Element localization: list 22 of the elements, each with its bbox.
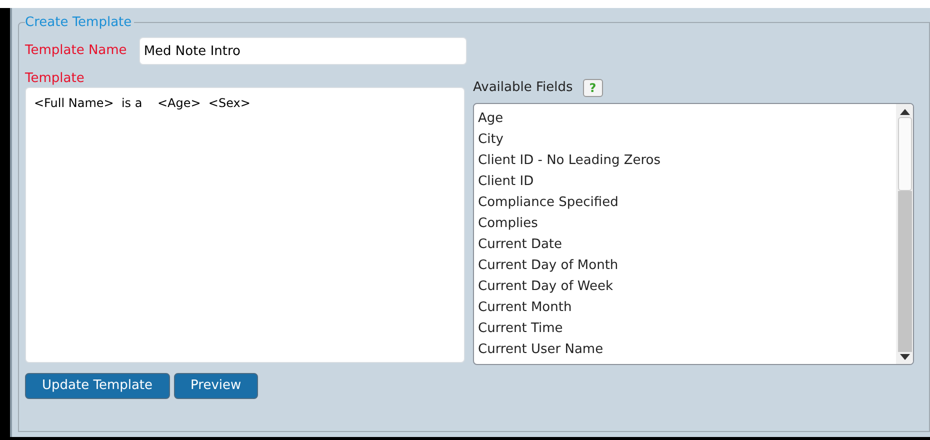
list-item[interactable]: Compliance Specified [478,192,896,213]
list-item[interactable]: Current Day of Month [478,255,896,276]
action-button[interactable]: Update Template [25,373,170,399]
action-button[interactable]: Preview [174,373,258,399]
available-fields-list[interactable]: Age City Client ID - No Leading Zeros Client ID Compliance Specified Complies Current Date Current Day of Month Current Day of Week Current Month Current Time Current User Name [473,103,914,365]
field-label: Template Name [25,42,127,60]
scrollbar[interactable] [896,104,913,364]
list-item[interactable]: Current Date [478,234,896,255]
template-name-field[interactable]: Med Note Intro [138,37,467,65]
list-item[interactable]: Client ID - No Leading Zeros [478,150,896,171]
field-label: Template [25,70,86,87]
list-item[interactable]: Client ID [478,171,896,192]
list-item[interactable]: Current User Name [478,339,896,360]
scroll-thumb[interactable] [898,117,912,191]
field-label: Available Fields [473,79,573,98]
list-item[interactable]: Current Month [478,297,896,318]
list-item[interactable]: Complies [478,213,896,234]
list-item[interactable]: Current Day of Week [478,276,896,297]
list-item[interactable]: Current Time [478,318,896,339]
template-field[interactable]: <Full Name> is a <Age> <Sex> [25,87,465,363]
list-item[interactable]: Age [478,108,896,129]
list-item[interactable]: City [478,129,896,150]
